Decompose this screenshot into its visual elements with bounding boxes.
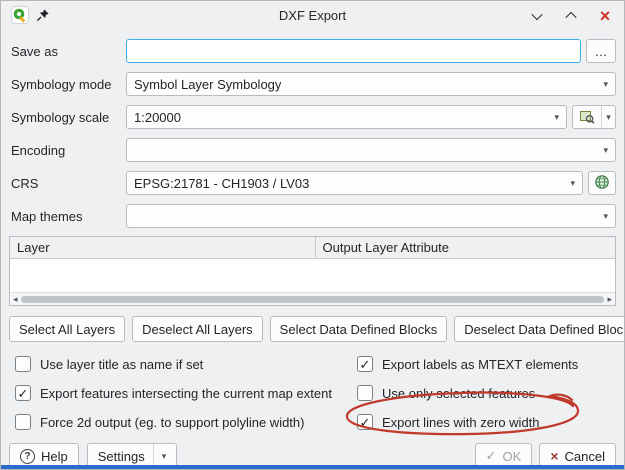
titlebar[interactable]: DXF Export × [1,1,624,31]
encoding-row: Encoding ▾ [11,138,616,162]
checkbox-label: Use only selected features [382,386,535,401]
symbology-mode-label: Symbology mode [11,77,126,92]
ok-label: OK [503,449,522,464]
scrollbar-thumb[interactable] [21,296,605,303]
map-themes-label: Map themes [11,209,126,224]
chevron-up-icon [565,12,576,23]
qgis-logo-icon [11,6,29,27]
minimize-button[interactable] [528,7,546,25]
cancel-label: Cancel [565,449,605,464]
map-themes-row: Map themes ▾ [11,204,616,228]
scroll-left-icon[interactable]: ◂ [13,295,18,304]
symbology-scale-value: 1:20000 [134,110,181,125]
chevron-down-icon: ▾ [601,106,615,128]
map-themes-select[interactable]: ▾ [126,204,616,228]
column-header-output-layer-attribute[interactable]: Output Layer Attribute [316,237,615,258]
checkbox-box[interactable] [357,414,373,430]
select-data-defined-blocks-button[interactable]: Select Data Defined Blocks [270,316,448,342]
horizontal-scrollbar[interactable]: ◂ ▸ [10,292,615,305]
crs-row: CRS EPSG:21781 - CH1903 / LV03 ▾ [11,171,616,195]
dialog-footer: ? Help Settings ▾ ✓ OK × Cancel [1,430,624,469]
checkbox-label: Export features intersecting the current… [40,386,332,401]
deselect-all-layers-button[interactable]: Deselect All Layers [132,316,263,342]
export-form: Save as … Symbology mode Symbol Layer Sy… [1,31,624,228]
maximize-button[interactable] [562,7,580,25]
map-scale-icon [573,106,601,128]
checkbox-box[interactable] [357,385,373,401]
symbology-scale-label: Symbology scale [11,110,126,125]
save-as-label: Save as [11,44,126,59]
chevron-down-icon: ▾ [548,112,559,123]
column-header-layer[interactable]: Layer [10,237,316,258]
crs-value: EPSG:21781 - CH1903 / LV03 [134,176,309,191]
globe-crs-icon [594,174,610,193]
checkbox-label: Use layer title as name if set [40,357,203,372]
scrollbar-track[interactable] [21,296,605,303]
chevron-down-icon [531,9,542,20]
encoding-select[interactable]: ▾ [126,138,616,162]
browse-button[interactable]: … [586,39,616,63]
ok-check-icon: ✓ [486,448,497,464]
checkbox-export-lines-zero-width[interactable]: Export lines with zero width [357,414,616,430]
checkbox-box[interactable] [15,356,31,372]
scroll-right-icon[interactable]: ▸ [607,295,612,304]
save-as-row: Save as … [11,39,616,63]
options-checkboxes: Use layer title as name if set Export la… [1,342,624,430]
checkbox-export-labels-mtext[interactable]: Export labels as MTEXT elements [357,356,616,372]
checkbox-label: Export lines with zero width [382,415,540,430]
layer-buttons-row: Select All Layers Deselect All Layers Se… [1,306,624,342]
layers-table-body [10,259,615,292]
chevron-down-icon: ▾ [597,145,608,156]
checkbox-use-layer-title[interactable]: Use layer title as name if set [15,356,357,372]
pin-icon[interactable] [36,8,50,25]
encoding-label: Encoding [11,143,126,158]
layers-table-header: Layer Output Layer Attribute [10,237,615,259]
scale-from-canvas-button[interactable]: ▾ [572,105,616,129]
symbology-scale-select[interactable]: 1:20000 ▾ [126,105,567,129]
settings-label: Settings [98,449,145,464]
symbology-mode-value: Symbol Layer Symbology [134,77,281,92]
crs-select[interactable]: EPSG:21781 - CH1903 / LV03 ▾ [126,171,583,195]
checkbox-force-2d-output[interactable]: Force 2d output (eg. to support polyline… [15,414,357,430]
close-icon: × [600,7,611,25]
bottom-accent-strip [1,465,624,469]
checkbox-box[interactable] [357,356,373,372]
checkbox-label: Export labels as MTEXT elements [382,357,578,372]
crs-label: CRS [11,176,126,191]
dxf-export-dialog: DXF Export × Save as … Symbology mode Sy… [0,0,625,470]
chevron-down-icon: ▾ [564,178,575,189]
cancel-x-icon: × [550,449,558,463]
help-icon: ? [20,449,35,464]
layers-table: Layer Output Layer Attribute ◂ ▸ [9,236,616,306]
deselect-data-defined-blocks-button[interactable]: Deselect Data Defined Blocks [454,316,625,342]
checkbox-box[interactable] [15,385,31,401]
checkbox-label: Force 2d output (eg. to support polyline… [40,415,304,430]
chevron-down-icon: ▾ [597,79,608,90]
symbology-mode-row: Symbology mode Symbol Layer Symbology ▾ [11,72,616,96]
checkbox-box[interactable] [15,414,31,430]
help-label: Help [41,449,68,464]
symbology-scale-row: Symbology scale 1:20000 ▾ ▾ [11,105,616,129]
select-crs-button[interactable] [588,171,616,195]
symbology-mode-select[interactable]: Symbol Layer Symbology ▾ [126,72,616,96]
close-button[interactable]: × [596,7,614,25]
checkbox-use-only-selected-features[interactable]: Use only selected features [357,385,616,401]
select-all-layers-button[interactable]: Select All Layers [9,316,125,342]
chevron-down-icon: ▾ [597,211,608,222]
checkbox-export-features-intersecting[interactable]: Export features intersecting the current… [15,385,357,401]
save-as-input[interactable] [126,39,581,63]
